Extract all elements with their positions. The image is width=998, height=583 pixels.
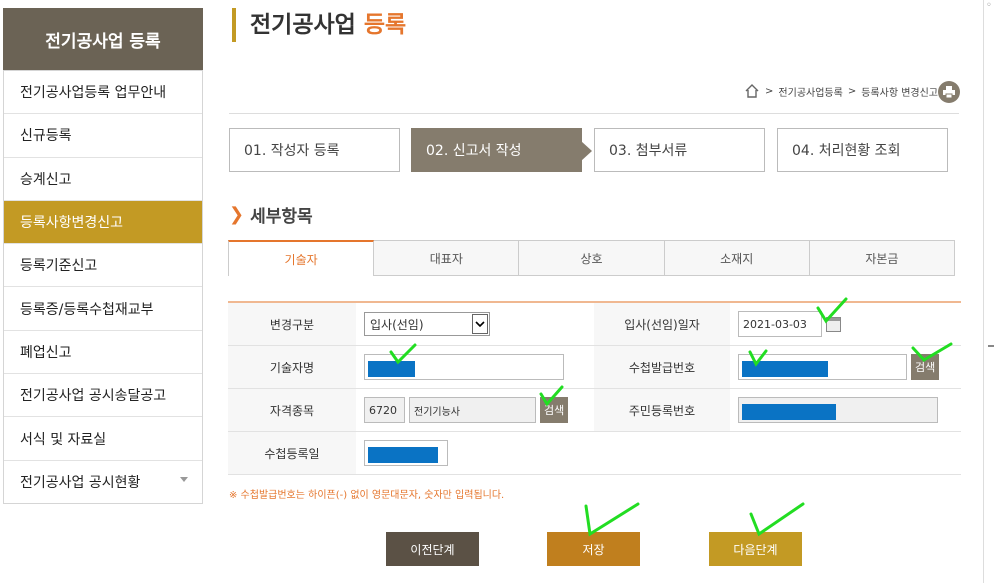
calendar-icon[interactable] [826, 316, 841, 332]
page-title-accent: 등록 [363, 12, 407, 38]
prev-step-button[interactable]: 이전단계 [386, 532, 479, 566]
qualification-code-input[interactable]: 6720 [364, 397, 405, 423]
section-title: ❯ 세부항목 [229, 202, 313, 227]
notebook-search-button[interactable]: 검색 [911, 354, 940, 380]
change-type-label: 변경구분 [228, 303, 356, 345]
home-icon[interactable] [744, 83, 760, 99]
tab-capital[interactable]: 자본금 [809, 240, 956, 276]
tab-trade-name[interactable]: 상호 [519, 240, 665, 276]
sidebar: 전기공사업 등록 전기공사업등록 업무안내 신규등록 승계신고 등록사항변경신고… [3, 8, 203, 504]
sidebar-item-disclosure[interactable]: 전기공사업 공시현황 [4, 459, 202, 503]
form-cell [356, 432, 594, 474]
sidebar-item-succession[interactable]: 승계신고 [4, 156, 202, 200]
print-icon[interactable] [938, 81, 960, 103]
window-edge [983, 0, 984, 583]
next-step-button[interactable]: 다음단계 [709, 532, 802, 566]
edge-mark [988, 345, 994, 347]
redaction-mask [368, 361, 415, 377]
tab-bar: 기술자 대표자 상호 소재지 자본금 [228, 240, 956, 276]
breadcrumb-item: 등록사항 변경신고 [861, 87, 938, 99]
form-cell: 입사(선임) [356, 303, 594, 345]
breadcrumb-item[interactable]: 전기공사업등록 [778, 84, 842, 99]
sidebar-item-new-registration[interactable]: 신규등록 [4, 113, 202, 156]
section-title-text: 세부항목 [250, 207, 313, 227]
form-cell: 검색 [730, 346, 961, 388]
redaction-mask [742, 361, 828, 377]
tab-engineer[interactable]: 기술자 [228, 240, 375, 276]
divider [229, 113, 959, 114]
tab-representative[interactable]: 대표자 [374, 240, 520, 276]
sidebar-item-reissue[interactable]: 등록증/등록수첩재교부 [4, 286, 202, 329]
sidebar-menu: 전기공사업등록 업무안내 신규등록 승계신고 등록사항변경신고 등록기준신고 등… [3, 70, 203, 504]
resident-no-label: 주민등록번호 [594, 389, 730, 431]
sidebar-item-change-report[interactable]: 등록사항변경신고 [4, 199, 202, 244]
step-label: 04. 처리현황 조회 [792, 143, 901, 159]
resident-no-input[interactable] [738, 397, 938, 423]
notebook-date-label: 수첩등록일 [228, 432, 356, 474]
hire-date-value: 2021-03-03 [743, 317, 807, 331]
form-row: 수첩등록일 [228, 432, 961, 475]
notice-text: ※ 수첩발급번호는 하이픈(-) 없이 영문대문자, 숫자만 입력됩니다. [229, 490, 505, 501]
form-row: 기술자명 수첩발급번호 검색 [228, 346, 961, 389]
sidebar-item-label: 전기공사업 공시현황 [20, 474, 141, 491]
form-cell [356, 346, 594, 388]
notebook-no-input[interactable] [738, 354, 907, 380]
qualification-name-input[interactable]: 전기기능사 [409, 397, 536, 423]
qualification-search-button[interactable]: 검색 [540, 397, 569, 423]
form-cell: 2021-03-03 [730, 303, 961, 345]
step-4[interactable]: 04. 처리현황 조회 [777, 128, 948, 172]
change-type-select[interactable]: 입사(선임) [364, 312, 490, 336]
hire-date-label: 입사(선임)일자 [594, 303, 730, 345]
form-row: 자격종목 6720 전기기능사 검색 주민등록번호 [228, 389, 961, 432]
step-1[interactable]: 01. 작성자 등록 [229, 128, 400, 172]
page-title-main: 전기공사업 [250, 12, 364, 38]
qualification-label: 자격종목 [228, 389, 356, 431]
breadcrumb-separator: > [765, 85, 774, 97]
breadcrumb-separator: > [847, 85, 857, 97]
sidebar-item-public-notice[interactable]: 전기공사업 공시송달공고 [4, 373, 202, 416]
step-arrow-icon [581, 141, 592, 161]
edge-mark: ◦ [986, 0, 992, 11]
breadcrumb: > 전기공사업등록 > 등록사항 변경신고 [744, 83, 938, 99]
detail-form: 변경구분 입사(선임) 입사(선임)일자 2021-03-03 기술자명 수첩발… [228, 301, 961, 475]
sidebar-item-closure[interactable]: 폐업신고 [4, 329, 202, 373]
redaction-mask [368, 447, 438, 463]
notebook-no-label: 수첩발급번호 [594, 346, 730, 388]
sidebar-item-guide[interactable]: 전기공사업등록 업무안내 [4, 70, 202, 113]
chevron-down-icon [472, 314, 488, 334]
qualification-name: 전기기능사 [414, 406, 460, 418]
step-label: 03. 첨부서류 [609, 143, 688, 159]
redaction-mask [742, 404, 836, 420]
save-button[interactable]: 저장 [547, 532, 640, 566]
step-2[interactable]: 02. 신고서 작성 [411, 128, 592, 172]
step-3[interactable]: 03. 첨부서류 [594, 128, 765, 172]
chevron-down-icon [180, 476, 188, 482]
step-label: 02. 신고서 작성 [426, 143, 522, 159]
sidebar-item-standard-report[interactable]: 등록기준신고 [4, 243, 202, 286]
tech-name-input[interactable] [364, 354, 564, 380]
notebook-date-input[interactable] [364, 440, 448, 466]
change-type-value: 입사(선임) [370, 317, 424, 332]
form-cell: 6720 전기기능사 검색 [356, 389, 594, 431]
qualification-code: 6720 [369, 403, 397, 417]
form-cell [730, 389, 961, 431]
hire-date-input[interactable]: 2021-03-03 [738, 311, 822, 337]
tech-name-label: 기술자명 [228, 346, 356, 388]
form-row: 변경구분 입사(선임) 입사(선임)일자 2021-03-03 [228, 303, 961, 346]
chevron-right-icon: ❯ [229, 204, 245, 225]
sidebar-title: 전기공사업 등록 [3, 8, 203, 70]
page-title: 전기공사업 등록 [232, 8, 406, 42]
tab-location[interactable]: 소재지 [664, 240, 810, 276]
step-label: 01. 작성자 등록 [244, 143, 340, 159]
sidebar-item-forms[interactable]: 서식 및 자료실 [4, 416, 202, 459]
